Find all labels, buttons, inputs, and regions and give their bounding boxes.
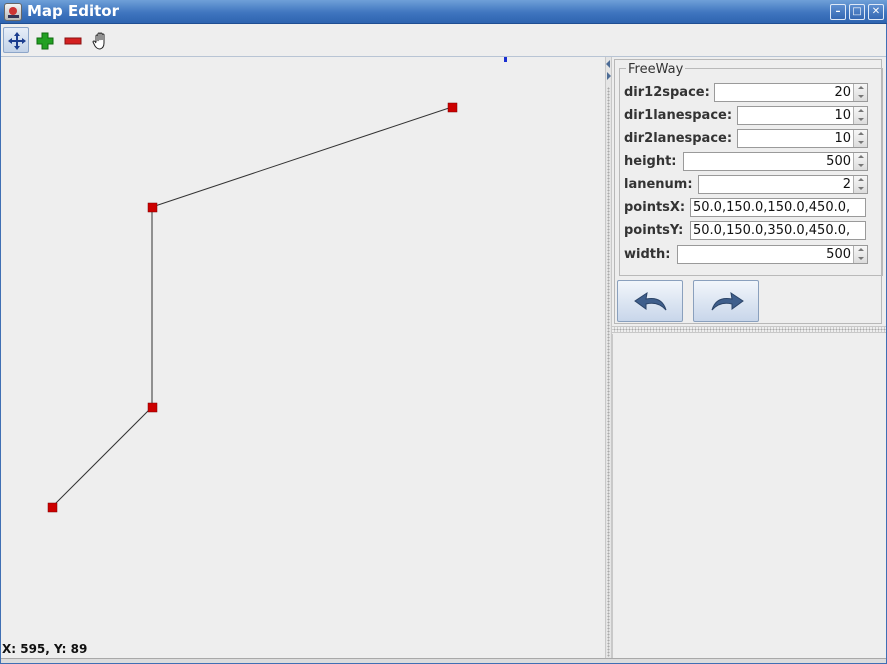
spinner-arrows-icon[interactable] bbox=[853, 107, 867, 124]
hand-icon bbox=[92, 32, 105, 50]
prop-row-lanenum: lanenum: 2 bbox=[624, 175, 880, 195]
map-editor-app-icon[interactable] bbox=[4, 3, 22, 21]
collapse-right-icon[interactable] bbox=[607, 72, 611, 80]
close-button[interactable]: ✕ bbox=[868, 4, 884, 20]
spinner-value[interactable]: 10 bbox=[834, 108, 851, 123]
spinner-value[interactable]: 10 bbox=[834, 131, 851, 146]
freeway-segment[interactable] bbox=[51, 406, 153, 508]
pointsx-field[interactable]: 50.0,150.0,150.0,450.0, bbox=[690, 198, 866, 217]
splitter-grip bbox=[607, 87, 610, 657]
prop-row-dir2lanespace: dir2lanespace: 10 bbox=[624, 129, 880, 149]
vertical-splitter[interactable] bbox=[605, 57, 612, 660]
prop-label: width: bbox=[624, 247, 671, 262]
lower-panel bbox=[612, 334, 887, 662]
spinner-arrows-icon[interactable] bbox=[853, 153, 867, 170]
freeway-segment[interactable] bbox=[151, 106, 453, 208]
prop-row-height: height: 500 bbox=[624, 152, 880, 172]
undo-arrow-icon bbox=[634, 291, 667, 311]
map-canvas[interactable]: X: 595, Y: 89 bbox=[0, 57, 605, 657]
prop-row-dir12space: dir12space: 20 bbox=[624, 83, 880, 103]
prop-label: dir1lanespace: bbox=[624, 108, 733, 123]
prop-row-pointsy: pointsY: 50.0,150.0,350.0,450.0, bbox=[624, 221, 880, 241]
canvas-top-marker bbox=[504, 57, 507, 62]
prop-label: height: bbox=[624, 154, 677, 169]
prop-label: lanenum: bbox=[624, 177, 693, 192]
minimize-button[interactable]: – bbox=[830, 4, 846, 20]
bottom-edge bbox=[0, 658, 887, 664]
spinner-value[interactable]: 500 bbox=[826, 154, 851, 169]
redo-button[interactable] bbox=[693, 280, 759, 322]
field-value[interactable]: 50.0,150.0,350.0,450.0, bbox=[693, 223, 850, 238]
height-spinner[interactable]: 500 bbox=[683, 152, 868, 171]
undo-button[interactable] bbox=[617, 280, 683, 322]
properties-box: FreeWay dir12space: 20 dir1lanespace: 10… bbox=[614, 59, 883, 324]
pan-tool[interactable] bbox=[87, 27, 113, 53]
dir12space-spinner[interactable]: 20 bbox=[714, 83, 868, 102]
freeway-group: FreeWay dir12space: 20 dir1lanespace: 10… bbox=[619, 62, 883, 276]
toolbar bbox=[0, 25, 887, 57]
freeway-node[interactable] bbox=[147, 402, 158, 413]
window-title: Map Editor bbox=[27, 2, 120, 20]
spinner-value[interactable]: 500 bbox=[826, 247, 851, 262]
lanenum-spinner[interactable]: 2 bbox=[698, 175, 868, 194]
prop-label: dir12space: bbox=[624, 85, 710, 100]
freeway-drawing[interactable] bbox=[0, 57, 605, 657]
prop-row-pointsx: pointsX: 50.0,150.0,150.0,450.0, bbox=[624, 198, 880, 218]
properties-panel: FreeWay dir12space: 20 dir1lanespace: 10… bbox=[612, 57, 887, 662]
width-spinner[interactable]: 500 bbox=[677, 245, 868, 264]
spinner-arrows-icon[interactable] bbox=[853, 176, 867, 193]
maximize-button[interactable]: □ bbox=[849, 4, 865, 20]
freeway-node[interactable] bbox=[47, 502, 58, 513]
prop-label: dir2lanespace: bbox=[624, 131, 733, 146]
move-arrows-icon bbox=[8, 32, 26, 50]
move-tool[interactable] bbox=[3, 27, 29, 53]
spinner-arrows-icon[interactable] bbox=[853, 130, 867, 147]
prop-row-dir1lanespace: dir1lanespace: 10 bbox=[624, 106, 880, 126]
plus-icon bbox=[36, 32, 54, 50]
field-value[interactable]: 50.0,150.0,150.0,450.0, bbox=[693, 200, 850, 215]
spinner-value[interactable]: 2 bbox=[843, 177, 851, 192]
group-title: FreeWay bbox=[626, 62, 686, 77]
redo-arrow-icon bbox=[711, 291, 744, 311]
minus-icon bbox=[64, 37, 82, 45]
freeway-node[interactable] bbox=[447, 102, 458, 113]
horizontal-splitter[interactable] bbox=[612, 326, 887, 333]
title-bar[interactable]: Map Editor – □ ✕ bbox=[0, 0, 887, 24]
dir1lanespace-spinner[interactable]: 10 bbox=[737, 106, 868, 125]
prop-label: pointsY: bbox=[624, 223, 684, 238]
pointsy-field[interactable]: 50.0,150.0,350.0,450.0, bbox=[690, 221, 866, 240]
prop-label: pointsX: bbox=[624, 200, 686, 215]
prop-row-width: width: 500 bbox=[624, 245, 880, 265]
freeway-node[interactable] bbox=[147, 202, 158, 213]
spinner-arrows-icon[interactable] bbox=[853, 246, 867, 263]
remove-point-tool[interactable] bbox=[59, 27, 85, 53]
coordinate-readout: X: 595, Y: 89 bbox=[2, 642, 88, 656]
collapse-left-icon[interactable] bbox=[606, 60, 610, 68]
dir2lanespace-spinner[interactable]: 10 bbox=[737, 129, 868, 148]
add-point-tool[interactable] bbox=[31, 27, 57, 53]
spinner-arrows-icon[interactable] bbox=[853, 84, 867, 101]
spinner-value[interactable]: 20 bbox=[834, 85, 851, 100]
